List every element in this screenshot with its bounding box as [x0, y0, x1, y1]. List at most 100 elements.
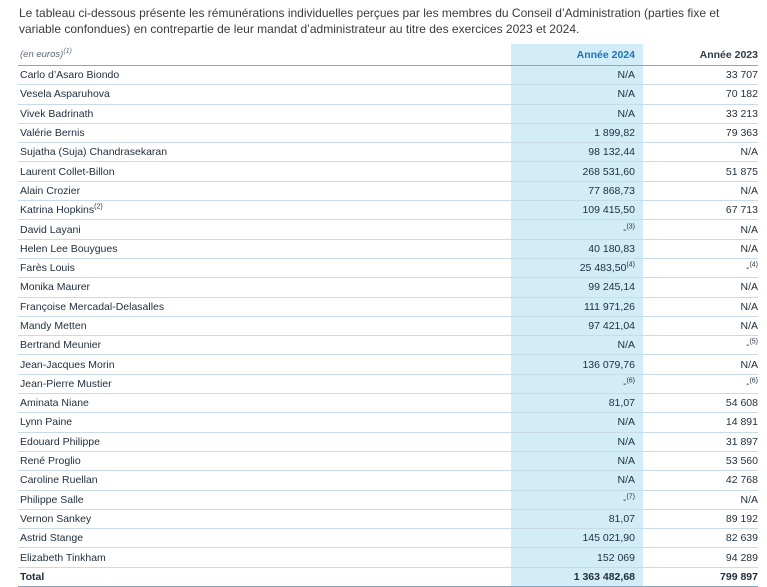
total-2023: 799 897 — [654, 567, 758, 587]
table-row: Jean-Jacques Morin 136 079,76 N/A — [18, 354, 758, 375]
director-name: Alain Crozier — [18, 181, 511, 202]
director-name: Farès Louis — [18, 258, 511, 279]
director-name-text: Vivek Badrinath — [20, 107, 94, 120]
value-2023: 42 768 — [654, 470, 758, 491]
director-name: Bertrand Meunier — [18, 335, 511, 356]
column-gap — [643, 200, 654, 221]
table-row: Bertrand Meunier N/A -(5) — [18, 335, 758, 356]
value-2024: 77 868,73 — [511, 181, 643, 202]
director-name-text: Katrina Hopkins — [20, 204, 95, 217]
value-2024: N/A — [511, 65, 643, 86]
value-2024-text: N/A — [617, 88, 635, 101]
column-gap — [643, 277, 654, 298]
value-2024-text: 77 868,73 — [588, 184, 635, 197]
value-2023-text: 89 192 — [725, 512, 758, 525]
column-gap — [643, 258, 654, 279]
value-2024-text: N/A — [617, 107, 635, 120]
value-2023: 94 289 — [654, 547, 758, 568]
value-2024: -(6) — [511, 374, 643, 395]
value-2024: 25 483,50(4) — [511, 258, 643, 279]
value-2024: 97 421,04 — [511, 316, 643, 337]
director-name: Jean-Jacques Morin — [18, 354, 511, 375]
value-2023-text: N/A — [740, 242, 758, 255]
column-gap — [643, 567, 654, 587]
column-gap — [643, 142, 654, 163]
table-header-row: (en euros)(1) Année 2024 Année 2023 — [18, 44, 758, 66]
table-row: David Layani -(3) N/A — [18, 219, 758, 240]
director-name: Mandy Metten — [18, 316, 511, 337]
value-2024: -(7) — [511, 490, 643, 510]
table-row: Astrid Stange 145 021,90 82 639 — [18, 528, 758, 549]
table-row: Laurent Collet-Billon 268 531,60 51 875 — [18, 161, 758, 182]
value-2024: 152 069 — [511, 547, 643, 568]
director-name-text: Caroline Ruellan — [20, 474, 98, 487]
value-2024: 111 971,26 — [511, 297, 643, 317]
table-row: Sujatha (Suja) Chandrasekaran 98 132,44 N/… — [18, 142, 758, 163]
value-2024-text: 40 180,83 — [588, 242, 635, 255]
remuneration-table: (en euros)(1) Année 2024 Année 2023 Carl… — [18, 44, 758, 587]
table-row: Vesela Asparuhova N/A 70 182 — [18, 84, 758, 105]
value-2023-text: 70 182 — [725, 88, 758, 101]
value-2024: 40 180,83 — [511, 239, 643, 259]
column-gap — [643, 161, 654, 182]
director-name: Sujatha (Suja) Chandrasekaran — [18, 142, 511, 163]
value-2024: 145 021,90 — [511, 528, 643, 549]
value-2023-footnote: (5) — [749, 338, 758, 346]
column-gap — [643, 490, 654, 510]
value-2024-footnote: (3) — [626, 223, 635, 231]
table-row: Farès Louis 25 483,50(4) -(4) — [18, 258, 758, 279]
value-2023-text: 94 289 — [725, 551, 758, 564]
total-2024-text: 1 363 482,68 — [573, 570, 635, 583]
director-name: Katrina Hopkins(2) — [18, 200, 511, 221]
column-header-2023: Année 2023 — [654, 44, 758, 66]
director-name-text: Monika Maurer — [20, 281, 91, 294]
table-row: Carlo d’Asaro Biondo N/A 33 707 — [18, 65, 758, 86]
value-2023: -(5) — [654, 335, 758, 356]
total-label-text: Total — [20, 570, 45, 583]
director-name: Monika Maurer — [18, 277, 511, 298]
director-name: Aminata Niane — [18, 393, 511, 414]
table-body: Carlo d’Asaro Biondo N/A 33 707 Vesela Aspa… — [18, 65, 758, 587]
column-gap — [643, 451, 654, 472]
table-row: Jean-Pierre Mustier -(6) -(6) — [18, 374, 758, 395]
value-2024: 268 531,60 — [511, 161, 643, 182]
unit-footnote: (1) — [63, 47, 72, 55]
value-2023: N/A — [654, 490, 758, 510]
value-2023-text: 33 213 — [725, 107, 758, 120]
value-2024-text: 98 132,44 — [588, 146, 635, 159]
column-gap — [643, 316, 654, 337]
value-2023: 31 897 — [654, 432, 758, 452]
director-name: Helen Lee Bouygues — [18, 239, 511, 259]
table-row: Katrina Hopkins(2) 109 415,50 67 713 — [18, 200, 758, 221]
column-gap — [643, 354, 654, 375]
director-name-text: Jean-Pierre Mustier — [20, 377, 112, 390]
value-2024-text: 97 421,04 — [588, 320, 635, 332]
total-2024: 1 363 482,68 — [511, 567, 643, 587]
column-gap-header — [643, 44, 654, 66]
director-name-text: Carlo d’Asaro Biondo — [20, 69, 120, 82]
unit-label-header: (en euros)(1) — [18, 44, 511, 66]
value-2024-text: 99 245,14 — [588, 281, 635, 294]
value-2023-text: N/A — [740, 223, 758, 236]
value-2024-text: N/A — [617, 69, 635, 82]
value-2023-text: 82 639 — [725, 532, 758, 545]
value-2023-text: N/A — [740, 146, 758, 159]
value-2024-text: 136 079,76 — [582, 358, 635, 371]
value-2023-text: N/A — [740, 320, 758, 332]
total-2023-text: 799 897 — [720, 570, 758, 583]
column-gap — [643, 123, 654, 144]
director-name-text: Jean-Jacques Morin — [20, 358, 115, 371]
value-2023: 33 707 — [654, 65, 758, 86]
value-2024-text: 111 971,26 — [584, 300, 635, 313]
director-name-text: Helen Lee Bouygues — [20, 242, 118, 255]
value-2023-text: N/A — [740, 493, 758, 506]
value-2024: 136 079,76 — [511, 354, 643, 375]
value-2023-text: 67 713 — [725, 204, 758, 217]
value-2024: N/A — [511, 335, 643, 356]
value-2023: 82 639 — [654, 528, 758, 549]
director-name-text: Sujatha (Suja) Chandrasekaran — [20, 146, 168, 159]
director-name-text: Alain Crozier — [20, 184, 81, 197]
director-name-text: Aminata Niane — [20, 397, 89, 410]
column-gap — [643, 239, 654, 259]
column-gap — [643, 181, 654, 202]
